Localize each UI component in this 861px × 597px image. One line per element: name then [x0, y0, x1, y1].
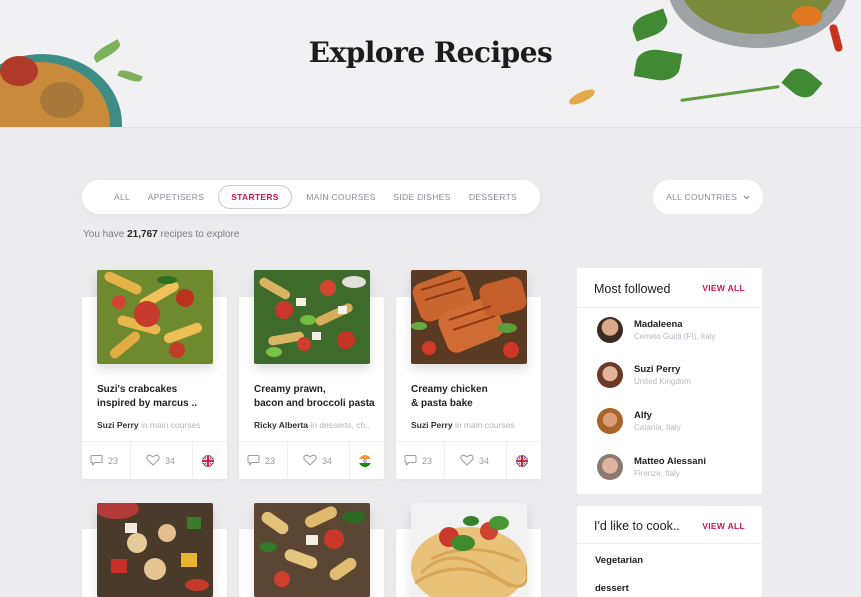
- user-location: Catania, Italy: [634, 423, 681, 432]
- uk-flag-icon: [516, 455, 528, 467]
- panel-title: I'd like to cook..: [594, 519, 680, 533]
- like-count: 34: [165, 456, 176, 466]
- recipe-author[interactable]: Suzi Perry: [411, 420, 453, 430]
- heart-icon: [303, 454, 317, 468]
- herb-decoration: [117, 68, 143, 84]
- tab-starters[interactable]: STARTERS: [218, 185, 292, 209]
- seed-decoration: [567, 86, 597, 108]
- india-flag-icon: [359, 455, 371, 467]
- recipe-title[interactable]: Creamy chicken & pasta bake: [411, 383, 488, 411]
- uk-flag-icon: [202, 455, 214, 467]
- view-all-link[interactable]: VIEW ALL: [702, 521, 745, 531]
- user-name[interactable]: Alfy: [634, 410, 652, 421]
- recipe-image[interactable]: [254, 270, 370, 364]
- recipe-title[interactable]: Creamy prawn, bacon and broccoli pasta: [254, 383, 375, 411]
- heart-icon: [146, 454, 160, 468]
- comment-icon: [90, 454, 103, 468]
- recipe-card[interactable]: Suzi's crabcakes inspired by marcus .. S…: [82, 270, 227, 480]
- cook-category-item[interactable]: Vegetarian: [595, 555, 643, 566]
- recipe-title[interactable]: Suzi's crabcakes inspired by marcus ..: [97, 383, 197, 411]
- user-location: United Kingdom: [634, 377, 691, 386]
- recipe-meta: Ricky Alberta in desserts, ch..: [254, 420, 370, 430]
- category-filter-bar: ALL APPETISERS STARTERS MAIN COURSES SID…: [82, 180, 540, 214]
- comment-count: 23: [108, 456, 119, 466]
- user-location: Cerreto Guidi (FI), Italy: [634, 332, 716, 341]
- followed-user[interactable]: Alfy Catania, Italy: [597, 408, 757, 438]
- recipe-image[interactable]: [254, 503, 370, 597]
- cook-preferences-panel: I'd like to cook.. VIEW ALL Vegetarian d…: [577, 506, 762, 597]
- avatar[interactable]: [597, 362, 623, 388]
- user-name[interactable]: Matteo Alessani: [634, 456, 706, 467]
- comment-icon: [404, 454, 417, 468]
- chevron-down-icon: [743, 180, 750, 214]
- carrot-decoration: [792, 6, 822, 26]
- tab-appetisers[interactable]: APPETISERS: [146, 180, 206, 214]
- followed-user[interactable]: Matteo Alessani Firenze, Italy: [597, 454, 757, 484]
- user-name[interactable]: Suzi Perry: [634, 364, 680, 375]
- recipe-image[interactable]: [97, 270, 213, 364]
- recipe-card[interactable]: [82, 503, 227, 597]
- recipe-image[interactable]: [411, 270, 527, 364]
- recipe-author[interactable]: Ricky Alberta: [254, 420, 308, 430]
- recipe-image[interactable]: [97, 503, 213, 597]
- divider: [287, 442, 288, 480]
- recipe-card[interactable]: [396, 503, 541, 597]
- recipe-count: 21,767: [127, 229, 158, 240]
- country-label: ALL COUNTRIES: [666, 192, 738, 202]
- comment-icon: [247, 454, 260, 468]
- avatar[interactable]: [597, 317, 623, 343]
- recipe-meta: Suzi Perry in main courses: [97, 420, 201, 430]
- divider: [444, 442, 445, 480]
- tab-all[interactable]: ALL: [108, 180, 136, 214]
- avatar[interactable]: [597, 454, 623, 480]
- tab-main-courses[interactable]: MAIN COURSES: [304, 180, 378, 214]
- recipe-count-text: You have 21,767 recipes to explore: [83, 229, 240, 240]
- view-all-link[interactable]: VIEW ALL: [702, 283, 745, 293]
- recipe-author[interactable]: Suzi Perry: [97, 420, 139, 430]
- hero-header: Explore Recipes: [0, 0, 861, 128]
- divider: [192, 442, 193, 480]
- divider: [506, 442, 507, 480]
- recipe-meta: Suzi Perry in main courses: [411, 420, 515, 430]
- tab-desserts[interactable]: DESSERTS: [466, 180, 520, 214]
- recipe-country: [516, 442, 528, 480]
- user-location: Firenze, Italy: [634, 469, 680, 478]
- like-count: 34: [479, 456, 490, 466]
- recipe-card-footer: 23 34: [82, 441, 227, 480]
- heart-icon: [460, 454, 474, 468]
- like-count: 34: [322, 456, 333, 466]
- divider: [130, 442, 131, 480]
- like-button[interactable]: 34: [303, 442, 332, 480]
- divider: [349, 442, 350, 480]
- recipe-image[interactable]: [411, 503, 527, 597]
- user-name[interactable]: Madaleena: [634, 319, 683, 330]
- comment-count: 23: [265, 456, 276, 466]
- cook-category-item[interactable]: dessert: [595, 583, 629, 594]
- followed-user[interactable]: Madaleena Cerreto Guidi (FI), Italy: [597, 317, 757, 347]
- followed-user[interactable]: Suzi Perry United Kingdom: [597, 362, 757, 392]
- divider: [577, 307, 762, 308]
- recipe-card[interactable]: Creamy chicken & pasta bake Suzi Perry i…: [396, 270, 541, 480]
- recipe-card-footer: 23 34: [239, 441, 384, 480]
- recipe-country: [202, 442, 214, 480]
- comments-button[interactable]: 23: [90, 442, 118, 480]
- comment-count: 23: [422, 456, 433, 466]
- most-followed-panel: Most followed VIEW ALL Madaleena Cerreto…: [577, 268, 762, 494]
- avatar[interactable]: [597, 408, 623, 434]
- onion-decoration: [40, 82, 84, 118]
- like-button[interactable]: 34: [146, 442, 175, 480]
- comments-button[interactable]: 23: [247, 442, 275, 480]
- recipe-card-footer: 23 34: [396, 441, 541, 480]
- recipe-card[interactable]: Creamy prawn, bacon and broccoli pasta R…: [239, 270, 384, 480]
- page-title: Explore Recipes: [308, 36, 553, 69]
- country-dropdown[interactable]: ALL COUNTRIES: [653, 180, 763, 214]
- stem-decoration: [680, 85, 780, 102]
- divider: [577, 543, 762, 544]
- recipe-card[interactable]: [239, 503, 384, 597]
- like-button[interactable]: 34: [460, 442, 489, 480]
- comments-button[interactable]: 23: [404, 442, 432, 480]
- recipe-country: [359, 442, 371, 480]
- panel-title: Most followed: [594, 282, 671, 296]
- tab-side-dishes[interactable]: SIDE DISHES: [390, 180, 454, 214]
